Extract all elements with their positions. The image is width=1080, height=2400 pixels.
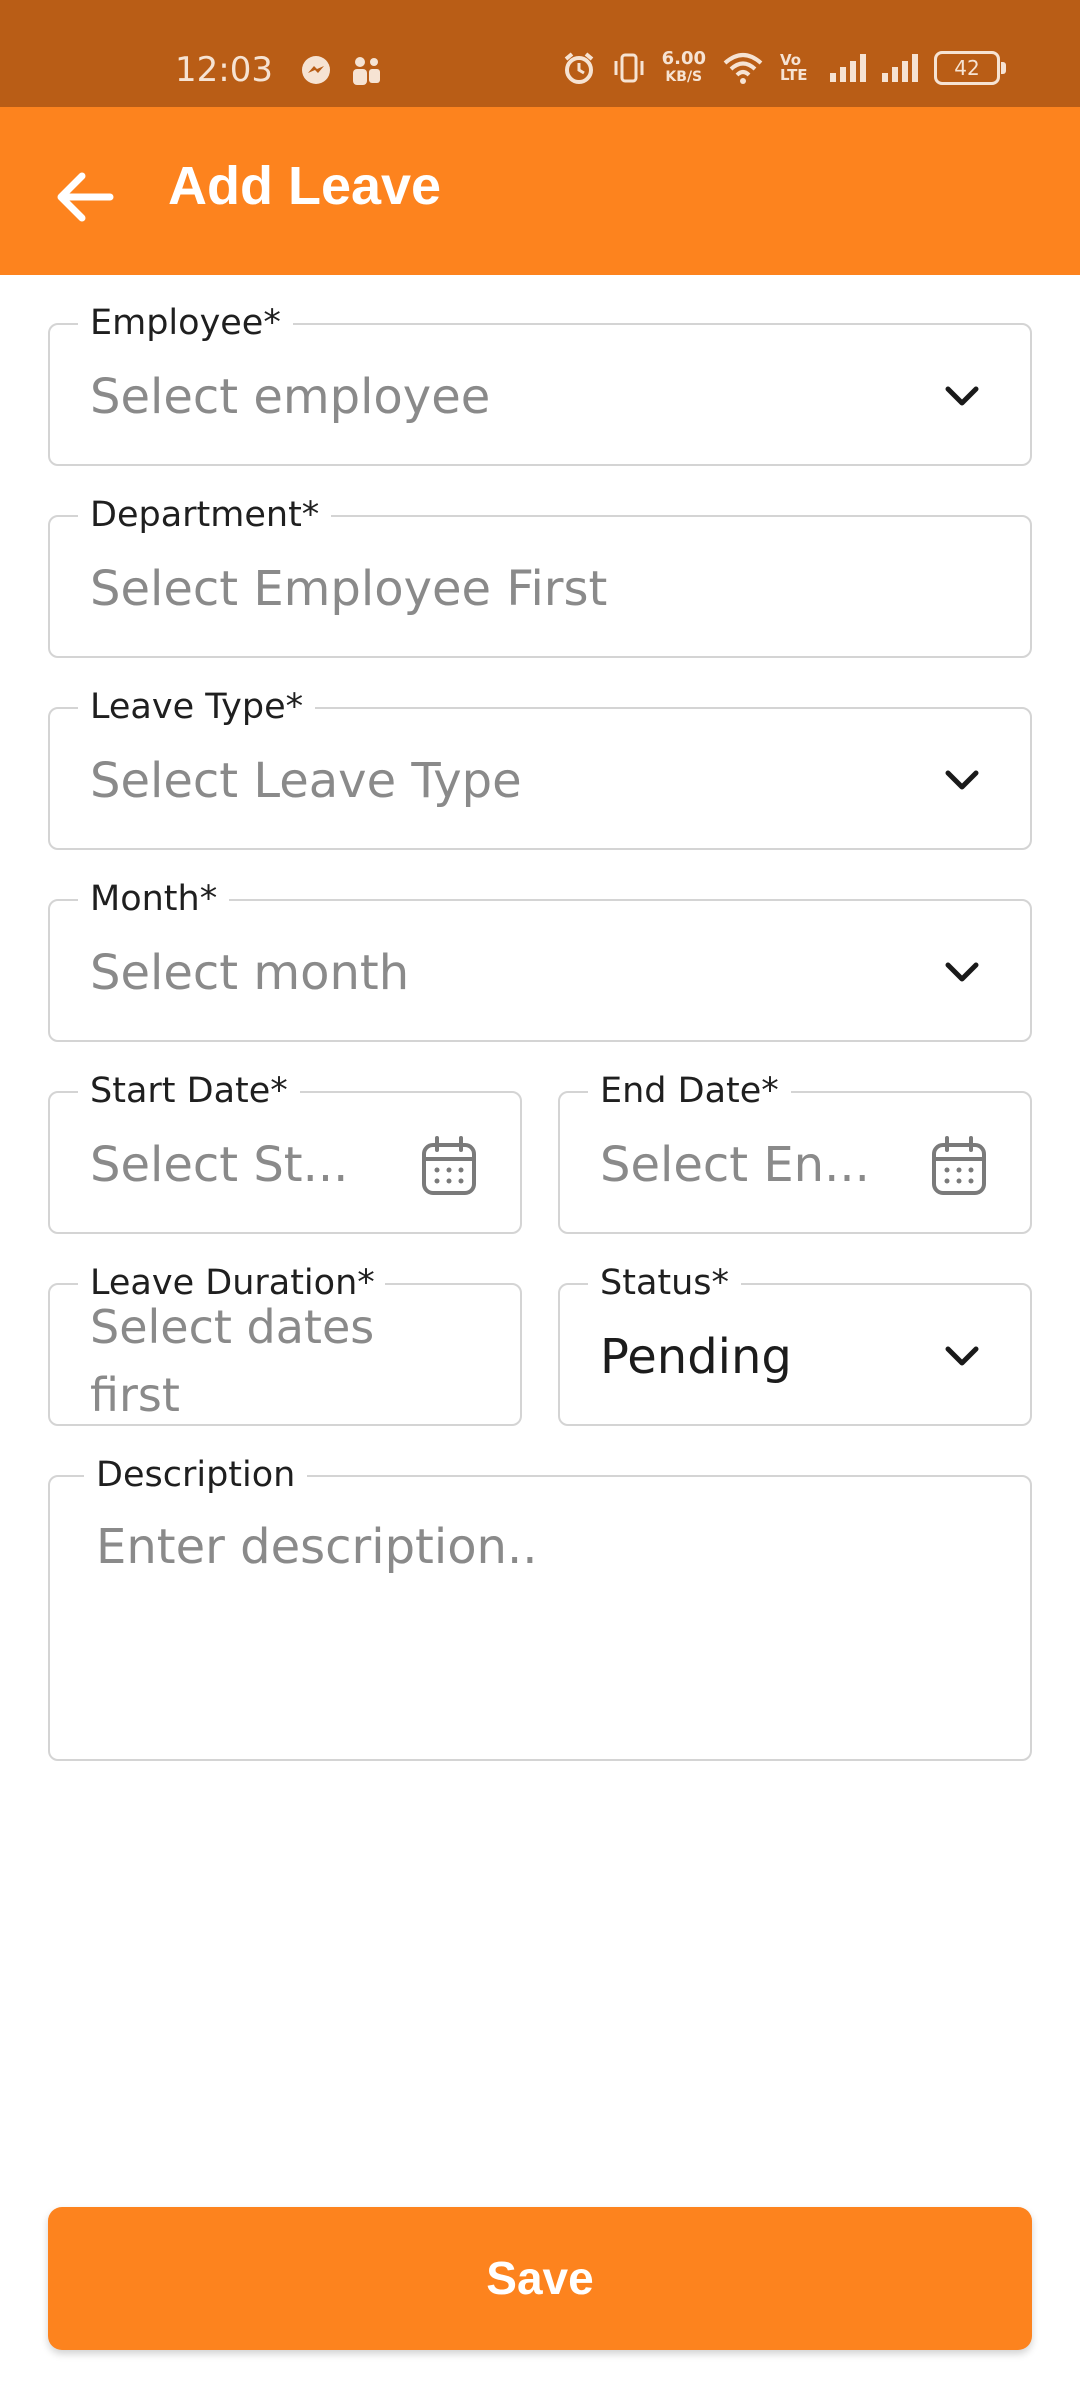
signal-strength-icon-2 [882, 54, 918, 82]
start-date-picker[interactable]: Start Date* Select St... [48, 1071, 522, 1234]
network-speed-unit: KB/S [665, 69, 703, 85]
volte-indicator: Vo LTE [780, 51, 808, 84]
leave-duration-field[interactable]: Leave Duration* Select dates first [48, 1263, 522, 1426]
page-title: Add Leave [168, 156, 442, 216]
leave-type-dropdown[interactable]: Leave Type* Select Leave Type [48, 687, 1032, 850]
battery-level: 42 [954, 56, 980, 80]
status-bar: 12:03 6.00 KB/S Vo LTE 42 [0, 0, 1080, 107]
leave-type-placeholder: Select Leave Type [90, 753, 522, 809]
description-label: Description [84, 1455, 308, 1495]
vibrate-icon [614, 53, 644, 83]
month-dropdown[interactable]: Month* Select month [48, 879, 1032, 1042]
status-notification-icons [300, 54, 384, 88]
start-date-label: Start Date* [78, 1071, 300, 1111]
employee-label: Employee* [78, 303, 293, 343]
department-label: Department* [78, 495, 332, 535]
alarm-icon [564, 52, 593, 84]
status-value: Pending [600, 1329, 792, 1385]
description-placeholder: Enter description.. [96, 1519, 538, 1575]
messenger-icon [302, 56, 330, 84]
app-bar: Add Leave [0, 107, 1080, 275]
description-textarea[interactable]: Description Enter description.. [48, 1455, 1032, 1761]
end-date-picker[interactable]: End Date* Select En... [558, 1071, 1032, 1234]
end-date-placeholder: Select En... [600, 1137, 870, 1193]
employee-placeholder: Select employee [90, 369, 491, 425]
battery-icon: 42 [934, 51, 1006, 85]
month-placeholder: Select month [90, 945, 410, 1001]
status-system-icons: 6.00 KB/S Vo LTE 42 [562, 50, 1006, 86]
network-speed-value: 6.00 [661, 48, 706, 69]
employee-dropdown[interactable]: Employee* Select employee [48, 303, 1032, 466]
start-date-placeholder: Select St... [90, 1137, 349, 1193]
status-label: Status* [588, 1263, 742, 1303]
save-button[interactable]: Save [48, 2207, 1032, 2350]
status-time: 12:03 [175, 50, 273, 90]
calendar-icon[interactable] [930, 1135, 988, 1197]
chevron-down-icon [945, 1346, 979, 1366]
leave-type-label: Leave Type* [78, 687, 316, 727]
calendar-icon[interactable] [420, 1135, 478, 1197]
chevron-down-icon [945, 770, 979, 790]
wifi-icon [723, 53, 763, 84]
department-placeholder: Select Employee First [90, 561, 608, 617]
arrow-left-icon[interactable] [50, 162, 120, 232]
department-field[interactable]: Department* Select Employee First [48, 495, 1032, 658]
status-dropdown[interactable]: Status* Pending [558, 1263, 1032, 1426]
chevron-down-icon [945, 386, 979, 406]
teams-icon [353, 57, 380, 85]
chevron-down-icon [945, 962, 979, 982]
month-label: Month* [78, 879, 230, 919]
network-speed: 6.00 KB/S [662, 50, 706, 86]
signal-strength-icon [830, 54, 866, 82]
leave-duration-placeholder: Select dates first [90, 1300, 375, 1422]
end-date-label: End Date* [588, 1071, 791, 1111]
